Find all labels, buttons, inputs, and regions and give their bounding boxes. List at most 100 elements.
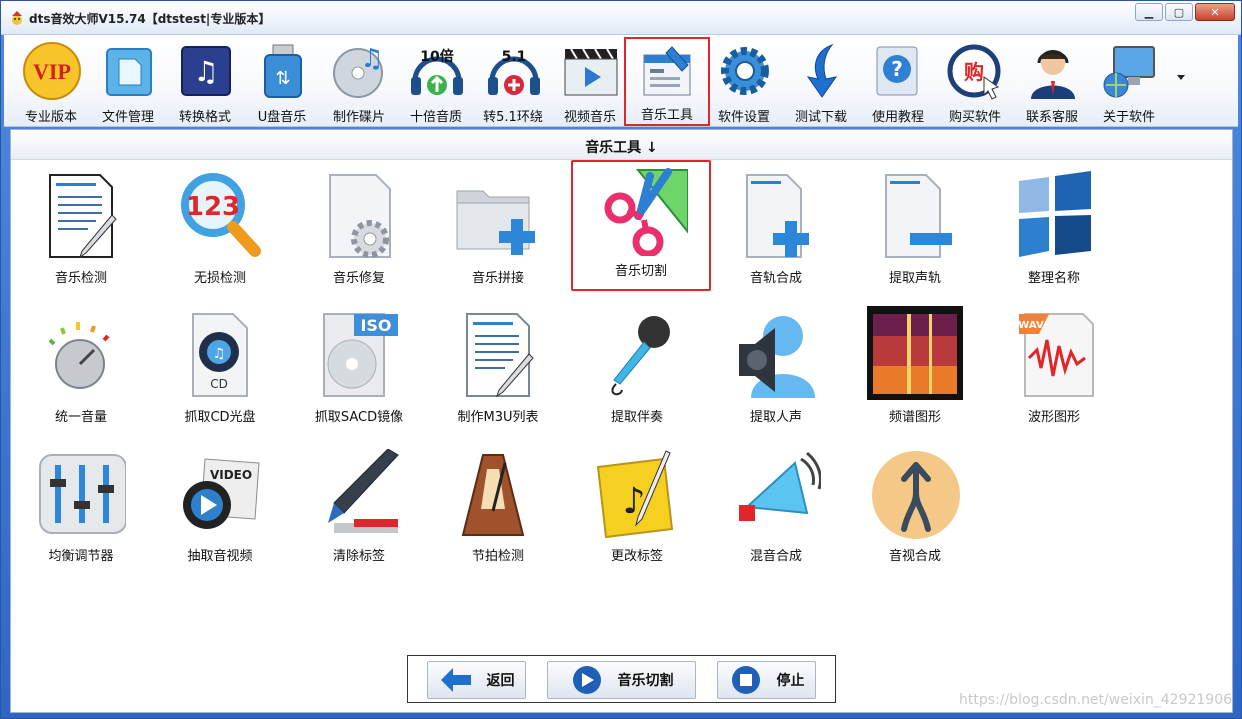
toolbar-item-ten-times-quality[interactable]: 10倍 十倍音质 <box>399 39 473 125</box>
ten-times-quality-icon: 10倍 <box>411 48 463 95</box>
toolbar-item-vip[interactable]: VIP 专业版本 <box>14 39 88 125</box>
tool-clear-tags[interactable]: 清除标签 <box>289 443 429 578</box>
toolbar-item-label: U盘音乐 <box>257 110 307 125</box>
tool-label: 提取声轨 <box>888 271 941 286</box>
svg-text:10倍: 10倍 <box>420 48 453 65</box>
tool-music-detect[interactable]: 音乐检测 <box>11 165 151 300</box>
buy-icon: 购 <box>947 44 1001 100</box>
vip-icon: VIP <box>23 42 81 100</box>
metronome-icon <box>461 454 525 536</box>
svg-text:123: 123 <box>186 192 240 222</box>
toolbar-item-make-disc[interactable]: ♫ 制作碟片 <box>322 39 396 125</box>
help-icon: ? <box>876 46 918 96</box>
toolbar-item-test-download[interactable]: 测试下载 <box>784 39 858 125</box>
tool-label: 音乐修复 <box>332 271 385 286</box>
tool-unify-volume[interactable]: 统一音量 <box>11 304 151 439</box>
tool-organize-names[interactable]: 整理名称 <box>984 165 1124 300</box>
tool-label: 整理名称 <box>1027 271 1080 286</box>
volume-knob-icon <box>48 322 110 389</box>
title-bar: dts音效大师V15.74【dtstest|专业版本】 ▁ ▢ ✕ <box>1 1 1241 35</box>
tool-label: 抓取SACD镜像 <box>314 410 404 425</box>
svg-text:ISO: ISO <box>360 316 391 335</box>
tool-label: 音轨合成 <box>749 271 802 286</box>
svg-text:5.1: 5.1 <box>502 49 527 65</box>
toolbar-item-label: 购买软件 <box>948 110 1001 125</box>
tool-lossless-detect[interactable]: 123 无损检测 <box>150 165 290 300</box>
scissors-icon <box>604 168 688 256</box>
tool-rip-sacd[interactable]: ISO 抓取SACD镜像 <box>289 304 429 439</box>
svg-text:?: ? <box>891 57 903 81</box>
music-detect-icon <box>49 174 117 259</box>
tool-label: 节拍检测 <box>471 549 524 564</box>
toolbar-item-label: 关于软件 <box>1102 110 1155 125</box>
svg-text:♫: ♫ <box>193 55 218 88</box>
toolbar-item-settings[interactable]: 软件设置 <box>707 39 781 125</box>
toolbar-overflow-chevron-down-icon[interactable] <box>1177 75 1185 80</box>
action-button-panel: 返回 音乐切割 停止 <box>407 655 836 703</box>
tool-extract-track[interactable]: 提取声轨 <box>845 165 985 300</box>
tool-beat-detect[interactable]: 节拍检测 <box>428 443 568 578</box>
tool-equalizer[interactable]: 均衡调节器 <box>11 443 151 578</box>
minimize-button[interactable]: ▁ <box>1135 3 1163 21</box>
toolbar-item-music-tools[interactable]: 音乐工具 <box>624 37 710 126</box>
tool-music-join[interactable]: 音乐拼接 <box>428 165 568 300</box>
watermark: https://blog.csdn.net/weixin_42921906 <box>959 692 1233 708</box>
toolbar-item-contact[interactable]: 联系客服 <box>1015 39 1089 125</box>
svg-text:VIP: VIP <box>33 59 71 84</box>
toolbar-item-video-music[interactable]: 视频音乐 <box>553 39 627 125</box>
sacd-iso-icon: ISO <box>323 313 398 397</box>
close-button[interactable]: ✕ <box>1195 3 1235 21</box>
speaker-voice-icon <box>739 316 815 398</box>
tool-music-cut[interactable]: 音乐切割 <box>571 160 711 291</box>
tool-av-merge[interactable]: 音视合成 <box>845 443 985 578</box>
toolbar-item-label: 音乐工具 <box>640 108 693 123</box>
toolbar-item-label: 文件管理 <box>101 110 154 125</box>
svg-text:♫: ♫ <box>360 44 383 74</box>
video-extract-icon: VIDEO <box>183 458 260 529</box>
tool-label: 音乐拼接 <box>471 271 524 286</box>
app-window: dts音效大师V15.74【dtstest|专业版本】 ▁ ▢ ✕ VIP 专业… <box>0 0 1242 719</box>
tool-label: 统一音量 <box>54 410 107 425</box>
toolbar-item-tutorial[interactable]: ? 使用教程 <box>861 39 935 125</box>
stop-button-label: 停止 <box>776 673 805 689</box>
stop-icon <box>731 666 760 694</box>
stop-button[interactable]: 停止 <box>717 661 816 699</box>
tool-extract-av[interactable]: VIDEO 抽取音视频 <box>150 443 290 578</box>
toolbar-item-surround[interactable]: 5.1 转5.1环绕 <box>476 39 550 125</box>
toolbar-item-convert-format[interactable]: ♫ 转换格式 <box>168 39 242 125</box>
music-cut-button[interactable]: 音乐切割 <box>547 661 696 699</box>
arrow-left-icon <box>440 668 471 692</box>
tool-music-repair[interactable]: 音乐修复 <box>289 165 429 300</box>
svg-text:购: 购 <box>964 60 984 84</box>
toolbar-item-about[interactable]: 关于软件 <box>1092 39 1166 125</box>
back-button-label: 返回 <box>486 673 515 689</box>
toolbar-item-file-manager[interactable]: 文件管理 <box>91 39 165 125</box>
tool-extract-vocals[interactable]: 提取人声 <box>706 304 846 439</box>
tool-label: 波形图形 <box>1027 410 1080 425</box>
tool-label: 音乐检测 <box>54 271 107 286</box>
app-logo-icon <box>12 11 22 25</box>
megaphone-icon <box>739 451 821 521</box>
tool-make-m3u[interactable]: 制作M3U列表 <box>428 304 568 439</box>
organize-names-icon <box>1019 171 1091 257</box>
svg-text:VIDEO: VIDEO <box>210 468 252 482</box>
tool-rip-cd[interactable]: ♫ CD 抓取CD光盘 <box>150 304 290 439</box>
tool-label: 频谱图形 <box>888 410 941 425</box>
merge-arrow-icon <box>872 451 960 539</box>
toolbar-item-buy[interactable]: 购 购买软件 <box>938 39 1012 125</box>
tools-panel: 音乐工具 ↓ 音乐检测 123 无损检测 音乐修复 音乐拼接 音乐切割 音轨合成… <box>10 129 1233 713</box>
tool-extract-accompaniment[interactable]: 提取伴奏 <box>567 304 707 439</box>
toolbar-item-label: 联系客服 <box>1025 110 1078 125</box>
toolbar-item-usb-music[interactable]: ⇅ U盘音乐 <box>245 39 319 125</box>
tool-mix-audio[interactable]: 混音合成 <box>706 443 846 578</box>
tool-label: 制作M3U列表 <box>457 410 539 425</box>
tool-label: 混音合成 <box>749 549 802 564</box>
tool-track-merge[interactable]: 音轨合成 <box>706 165 846 300</box>
toolbar-item-label: 视频音乐 <box>563 110 616 125</box>
tool-waveform-graph[interactable]: WAV 波形图形 <box>984 304 1124 439</box>
maximize-button[interactable]: ▢ <box>1165 3 1193 21</box>
back-button[interactable]: 返回 <box>427 661 526 699</box>
svg-text:WAV: WAV <box>1018 320 1044 331</box>
tool-spectrum-graph[interactable]: 频谱图形 <box>845 304 985 439</box>
tool-edit-tags[interactable]: ♪ 更改标签 <box>567 443 707 578</box>
